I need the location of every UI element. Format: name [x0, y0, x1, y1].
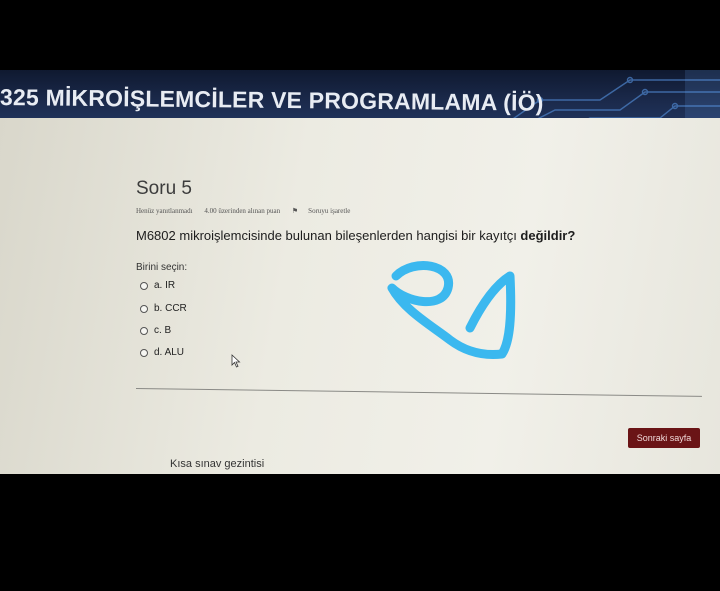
option-label: a. IR — [154, 280, 176, 291]
option-b[interactable]: b. CCR — [140, 303, 187, 314]
option-label: c. B — [154, 325, 172, 336]
question-text-main: M6802 mikroişlemcisinde bulunan bileşenl… — [136, 228, 521, 243]
quiz-content-area — [0, 118, 720, 474]
flag-question-label: Soruyu işaretle — [308, 207, 351, 215]
screen-photo: 325 MİKROİŞLEMCİLER VE PROGRAMLAMA (İÖ) … — [0, 0, 720, 591]
question-text-emphasis: değildir? — [520, 228, 576, 243]
question-points: 4.00 üzerinden alınan puan — [204, 207, 281, 215]
flag-icon: ⚑ — [291, 207, 299, 215]
radio-button[interactable] — [140, 326, 148, 335]
mouse-cursor-icon — [231, 354, 241, 368]
option-a[interactable]: a. IR — [140, 280, 175, 291]
answer-prompt: Birini seçin: — [136, 262, 188, 273]
radio-button[interactable] — [140, 281, 148, 290]
quiz-navigation-link[interactable]: Kısa sınav gezintisi — [170, 458, 264, 470]
radio-button[interactable] — [140, 348, 148, 357]
next-page-button[interactable]: Sonraki sayfa — [628, 428, 700, 448]
option-c[interactable]: c. B — [140, 325, 171, 336]
handwritten-scribble-icon — [387, 261, 516, 359]
option-label: b. CCR — [154, 303, 187, 314]
question-meta: Henüz yanıtlanmadı 4.00 üzerinden alınan… — [136, 207, 370, 215]
radio-button[interactable] — [140, 304, 148, 313]
option-label: d. ALU — [154, 347, 185, 358]
question-title: Soru 5 — [136, 178, 192, 199]
question-status: Henüz yanıtlanmadı — [136, 207, 193, 215]
option-d[interactable]: d. ALU — [140, 347, 184, 358]
question-text: M6802 mikroişlemcisinde bulunan bileşenl… — [136, 228, 575, 243]
flag-question-link[interactable]: ⚑ Soruyu işaretle — [292, 207, 360, 215]
